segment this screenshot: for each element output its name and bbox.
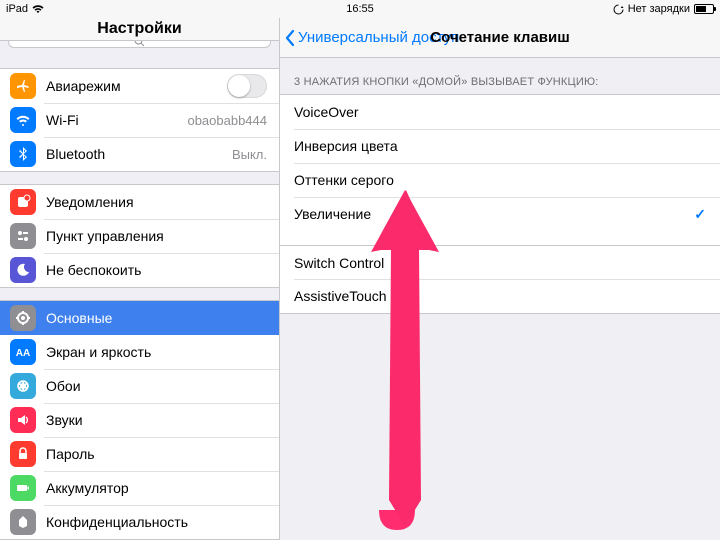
sidebar-item-label: Обои bbox=[46, 378, 267, 394]
section-header: 3 НАЖАТИЯ КНОПКИ «ДОМОЙ» ВЫЗЫВАЕТ ФУНКЦИ… bbox=[280, 58, 720, 94]
sidebar-item-label: Wi-Fi bbox=[46, 112, 187, 128]
sidebar-item-control-center[interactable]: Пункт управления bbox=[0, 219, 279, 253]
option-row[interactable]: AssistiveTouch bbox=[280, 279, 720, 313]
not-charging-icon bbox=[613, 4, 624, 15]
display-icon: AA bbox=[10, 339, 36, 365]
option-label: Увеличение bbox=[294, 206, 371, 222]
privacy-icon bbox=[10, 509, 36, 535]
dnd-icon bbox=[10, 257, 36, 283]
airplane-icon bbox=[10, 73, 36, 99]
sidebar-item-notifications[interactable]: Уведомления bbox=[0, 185, 279, 219]
sidebar-item-sounds[interactable]: Звуки bbox=[0, 403, 279, 437]
sidebar-item-label: Авиарежим bbox=[46, 78, 227, 94]
passcode-icon bbox=[10, 441, 36, 467]
airplane-toggle[interactable] bbox=[227, 74, 267, 98]
settings-sidebar: Настройки АвиарежимWi-Fiobaobabb444Bluet… bbox=[0, 18, 280, 540]
sidebar-item-label: Аккумулятор bbox=[46, 480, 267, 496]
option-row[interactable]: VoiceOver bbox=[280, 95, 720, 129]
charging-text: Нет зарядки bbox=[628, 3, 690, 15]
sidebar-item-airplane[interactable]: Авиарежим bbox=[0, 69, 279, 103]
battery-icon bbox=[694, 4, 714, 14]
sidebar-item-display[interactable]: AA Экран и яркость bbox=[0, 335, 279, 369]
wifi-icon bbox=[32, 4, 44, 14]
option-label: Switch Control bbox=[294, 255, 384, 271]
option-row[interactable]: Инверсия цвета bbox=[280, 129, 720, 163]
checkmark-icon: ✓ bbox=[694, 206, 706, 223]
bluetooth-icon bbox=[10, 141, 36, 167]
sidebar-item-general[interactable]: Основные bbox=[0, 301, 279, 335]
sounds-icon bbox=[10, 407, 36, 433]
sidebar-item-wifi[interactable]: Wi-Fiobaobabb444 bbox=[0, 103, 279, 137]
sidebar-item-passcode[interactable]: Пароль bbox=[0, 437, 279, 471]
option-row[interactable]: Увеличение ✓ bbox=[280, 197, 720, 231]
battery-icon bbox=[10, 475, 36, 501]
option-label: AssistiveTouch bbox=[294, 288, 387, 304]
wallpaper-icon bbox=[10, 373, 36, 399]
sidebar-item-label: Основные bbox=[46, 310, 267, 326]
sidebar-item-label: Пункт управления bbox=[46, 228, 267, 244]
sidebar-item-label: Экран и яркость bbox=[46, 344, 267, 360]
wifi-icon bbox=[10, 107, 36, 133]
sidebar-header: Настройки bbox=[0, 18, 279, 41]
sidebar-item-label: Пароль bbox=[46, 446, 267, 462]
control-center-icon bbox=[10, 223, 36, 249]
option-row[interactable]: Оттенки серого bbox=[280, 163, 720, 197]
sidebar-item-label: Не беспокоить bbox=[46, 262, 267, 278]
detail-title: Сочетание клавиш bbox=[430, 29, 569, 46]
option-label: Оттенки серого bbox=[294, 172, 394, 188]
sidebar-item-label: Звуки bbox=[46, 412, 267, 428]
option-label: VoiceOver bbox=[294, 104, 359, 120]
detail-header: Универсальный доступ Сочетание клавиш bbox=[280, 18, 720, 58]
chevron-left-icon bbox=[284, 29, 296, 47]
sidebar-item-label: Конфиденциальность bbox=[46, 514, 267, 530]
wifi-value: obaobabb444 bbox=[187, 113, 267, 128]
device-name: iPad bbox=[6, 3, 28, 15]
sidebar-item-dnd[interactable]: Не беспокоить bbox=[0, 253, 279, 287]
detail-pane: Универсальный доступ Сочетание клавиш 3 … bbox=[280, 18, 720, 540]
sidebar-item-label: Bluetooth bbox=[46, 146, 232, 162]
sidebar-item-label: Уведомления bbox=[46, 194, 267, 210]
status-bar: iPad 16:55 Нет зарядки bbox=[0, 0, 720, 18]
general-icon bbox=[10, 305, 36, 331]
bluetooth-value: Выкл. bbox=[232, 147, 267, 162]
option-row[interactable]: Switch Control bbox=[280, 245, 720, 279]
option-label: Инверсия цвета bbox=[294, 138, 398, 154]
sidebar-item-wallpaper[interactable]: Обои bbox=[0, 369, 279, 403]
clock: 16:55 bbox=[346, 3, 374, 15]
options-list: VoiceOver Инверсия цвета Оттенки серого Уве… bbox=[280, 94, 720, 314]
sidebar-title: Настройки bbox=[97, 20, 181, 38]
svg-text:AA: AA bbox=[16, 348, 30, 359]
sidebar-item-privacy[interactable]: Конфиденциальность bbox=[0, 505, 279, 539]
sidebar-item-bluetooth[interactable]: BluetoothВыкл. bbox=[0, 137, 279, 171]
sidebar-item-battery[interactable]: Аккумулятор bbox=[0, 471, 279, 505]
notifications-icon bbox=[10, 189, 36, 215]
